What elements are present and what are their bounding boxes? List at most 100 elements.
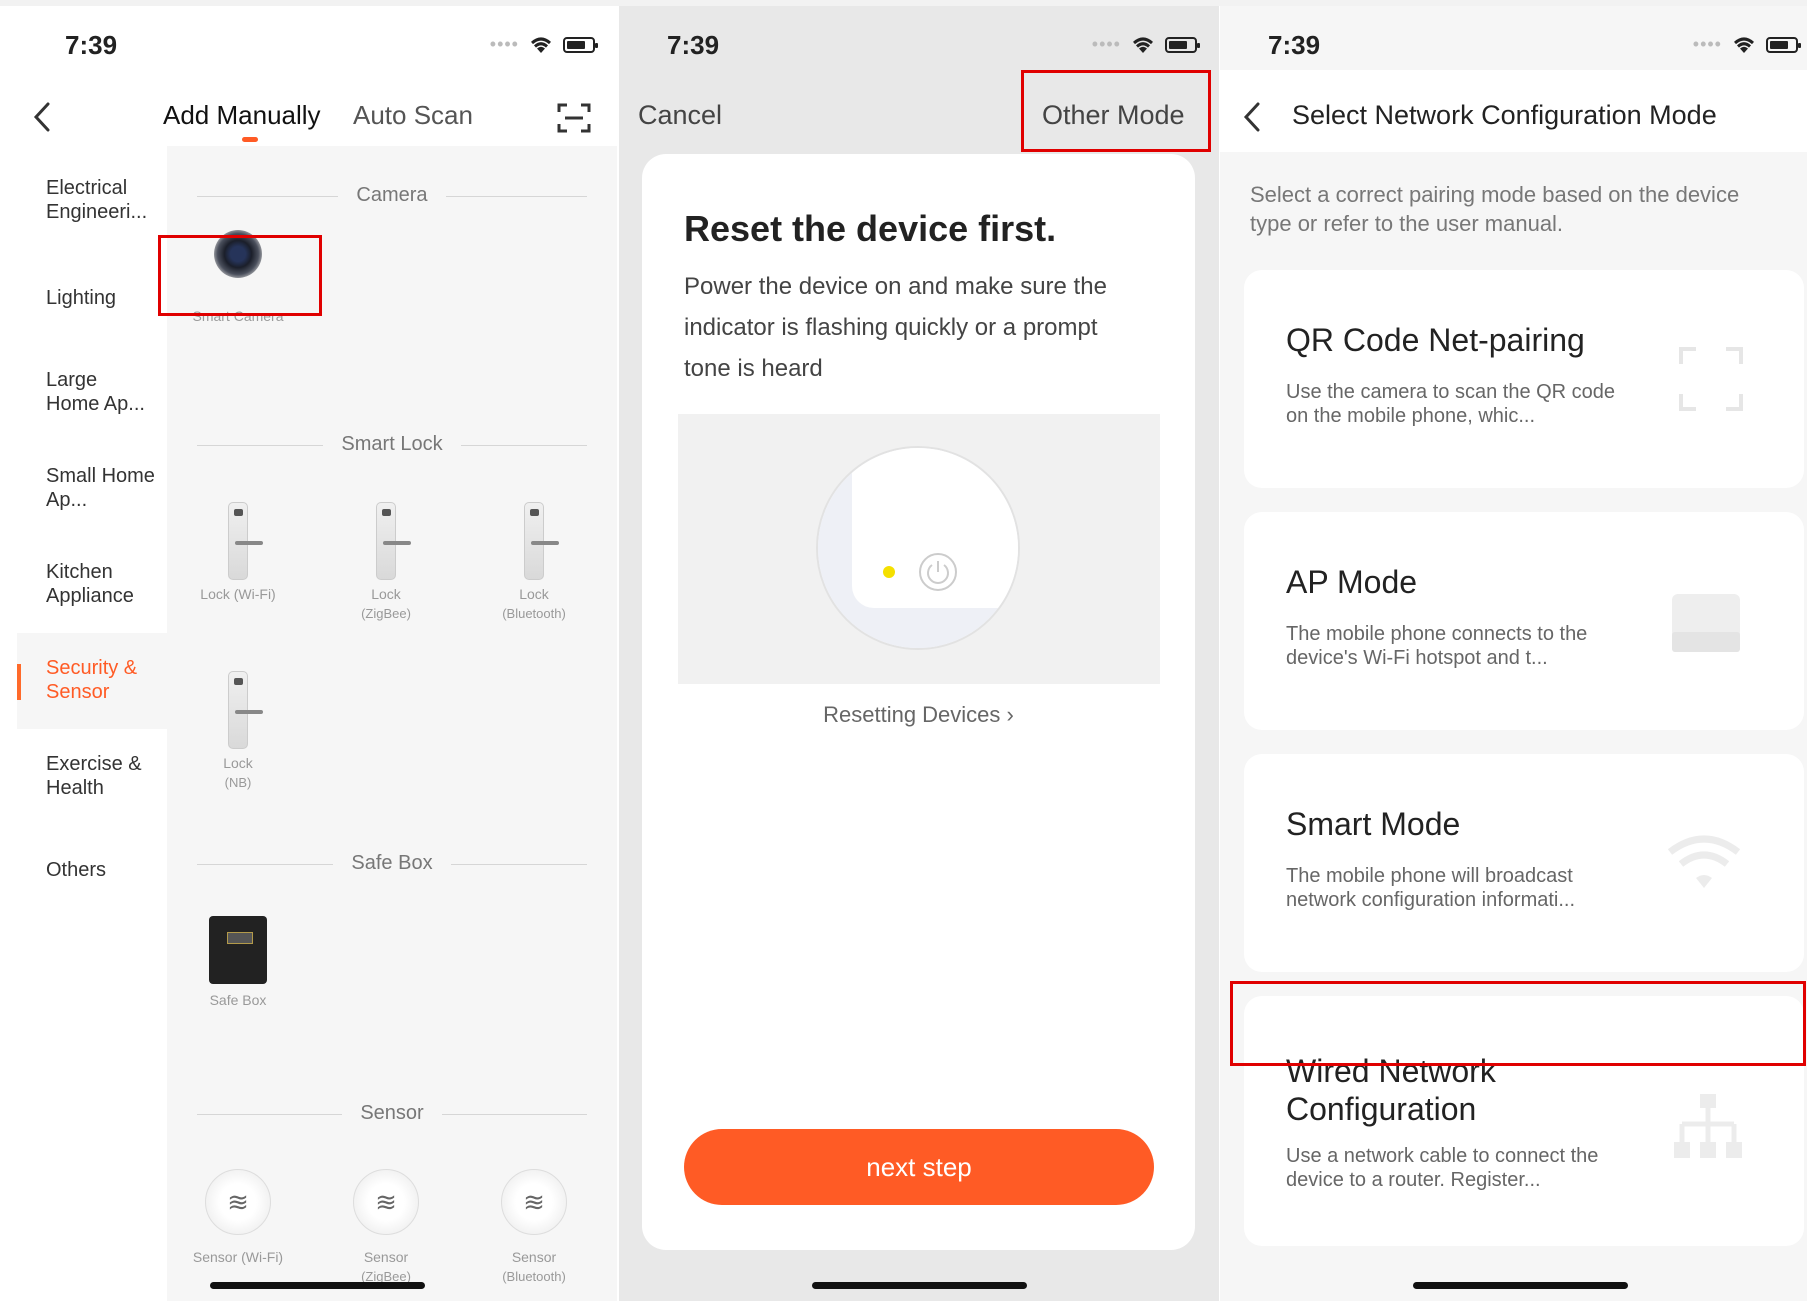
resetting-devices-link[interactable]: Resetting Devices › [642,702,1195,728]
status-icons: •••• [1692,34,1801,55]
device-lock-zigbee[interactable]: Lock (ZigBee) [321,502,451,624]
status-icons: •••• [489,34,598,55]
reset-instruction-card: Reset the device first. Power the device… [642,154,1195,1250]
status-time: 7:39 [65,30,118,60]
status-icons: •••• [1091,34,1200,55]
mode-title: QR Code Net-pairing [1286,322,1585,358]
device-sensor-zigbee[interactable]: ≋ Sensor (ZigBee) [321,1169,451,1287]
device-safe-box[interactable]: Safe Box [173,916,303,1010]
sidebar-item-electrical[interactable]: Electrical Engineeri... [46,176,166,224]
tab-add-manually[interactable]: Add Manually [163,100,321,131]
section-camera: Camera [197,182,587,212]
section-sensor: Sensor [197,1100,587,1130]
home-indicator [812,1282,1027,1289]
section-sensor-label: Sensor [342,1102,442,1124]
indicator-light-icon [883,566,895,578]
lock-nb-subcaption: (NB) [224,775,252,790]
lock-image [228,671,263,749]
highlight-box-smart-camera [158,235,322,316]
scan-icon[interactable] [557,102,591,134]
lock-zigbee-caption: Lock [371,586,401,602]
reset-title: Reset the device first. [684,208,1057,249]
mode-description: Use a network cable to connect the devic… [1286,1145,1599,1191]
lock-bt-subcaption: (Bluetooth) [502,606,566,621]
highlight-box-other-mode [1021,70,1211,152]
device-sensor-wifi[interactable]: ≋ Sensor (Wi-Fi) [173,1169,303,1267]
qr-scan-icon [1679,347,1743,411]
battery-icon [1165,36,1200,53]
next-step-button[interactable]: next step [684,1129,1154,1205]
home-indicator [210,1282,425,1289]
cancel-button[interactable]: Cancel [638,100,722,131]
device-grid: Camera Smart Camera Smart Lock Lock (Wi-… [167,146,617,1301]
device-corner-illustration [816,446,1020,650]
section-camera-label: Camera [338,184,446,206]
highlight-box-wired [1230,981,1806,1066]
lock-wifi-caption: Lock (Wi-Fi) [200,586,276,602]
wifi-icon [1667,835,1741,888]
network-tree-icon [1674,1094,1742,1158]
battery-icon [1766,36,1801,53]
back-chevron-icon[interactable] [32,102,52,132]
add-device-screen: 7:39 •••• Add Manually Auto Scan Electri… [17,6,617,1301]
safe-box-caption: Safe Box [209,992,267,1008]
tab-auto-scan[interactable]: Auto Scan [353,100,473,131]
router-icon [1672,594,1740,652]
device-lock-nb[interactable]: Lock (NB) [173,671,303,793]
sensor-zigbee-caption: Sensor [363,1249,409,1265]
page-title: Select Network Configuration Mode [1292,100,1717,130]
resetting-devices-label: Resetting Devices [823,702,1001,727]
sidebar-item-security[interactable]: Security & Sensor [46,656,156,704]
chevron-right-icon: › [1000,702,1014,727]
section-smart-lock: Smart Lock [197,431,587,461]
lock-image [524,502,559,580]
section-smart-lock-label: Smart Lock [323,433,461,455]
signal-icon: •••• [1091,34,1121,54]
mode-title: AP Mode [1286,564,1418,600]
mode-description: The mobile phone will broadcast network … [1286,865,1576,911]
section-safe-box-label: Safe Box [333,852,451,874]
mode-card-smart[interactable]: Smart Mode The mobile phone will broadca… [1244,754,1804,972]
battery-icon [563,36,598,53]
sidebar-item-lighting[interactable]: Lighting [46,286,166,310]
lock-nb-caption: Lock [223,755,253,771]
sensor-bt-subcaption: (Bluetooth) [502,1269,566,1284]
reset-description: Power the device on and make sure the in… [684,273,1107,382]
mode-description: The mobile phone connects to the device'… [1286,623,1588,669]
home-indicator [1413,1282,1628,1289]
network-mode-screen: 7:39 •••• Select Network Configuration M… [1220,6,1807,1301]
mode-description: Use the camera to scan the QR code on th… [1286,381,1616,427]
back-chevron-icon[interactable] [1242,102,1262,132]
power-icon [919,553,957,591]
signal-icon: •••• [1692,34,1722,54]
mode-card-qr-code[interactable]: QR Code Net-pairing Use the camera to sc… [1244,270,1804,488]
sidebar-item-kitchen[interactable]: Kitchen Appliance [46,560,156,608]
status-time: 7:39 [1268,30,1321,60]
sidebar-item-small-home[interactable]: Small Home Ap... [46,464,156,512]
wifi-status-icon [531,37,551,53]
sensor-icon: ≋ [205,1169,271,1235]
section-safe-box: Safe Box [197,850,587,880]
sensor-icon: ≋ [501,1169,567,1235]
category-sidebar: Electrical Engineeri... Lighting Large H… [17,146,167,1301]
device-lock-wifi[interactable]: Lock (Wi-Fi) [173,502,303,604]
wifi-status-icon [1133,37,1153,53]
device-sensor-bluetooth[interactable]: ≋ Sensor (Bluetooth) [469,1169,599,1287]
lock-zigbee-subcaption: (ZigBee) [361,606,411,621]
device-lock-bluetooth[interactable]: Lock (Bluetooth) [469,502,599,624]
mode-title: Smart Mode [1286,806,1461,842]
sidebar-item-others[interactable]: Others [46,858,156,882]
tab-active-indicator [242,137,258,142]
sensor-icon: ≋ [353,1169,419,1235]
status-time: 7:39 [667,30,720,60]
sidebar-active-bar [17,664,21,700]
sensor-wifi-caption: Sensor (Wi-Fi) [192,1249,284,1265]
reset-device-screen: 7:39 •••• Cancel Other Mode Reset the de… [619,6,1219,1301]
safe-box-image [209,916,267,984]
page-subtitle: Select a correct pairing mode based on t… [1250,182,1740,236]
signal-icon: •••• [489,34,519,54]
lock-image [376,502,411,580]
sidebar-item-large-home[interactable]: Large Home Ap... [46,368,156,416]
mode-card-ap[interactable]: AP Mode The mobile phone connects to the… [1244,512,1804,730]
sidebar-item-exercise[interactable]: Exercise & Health [46,752,156,800]
